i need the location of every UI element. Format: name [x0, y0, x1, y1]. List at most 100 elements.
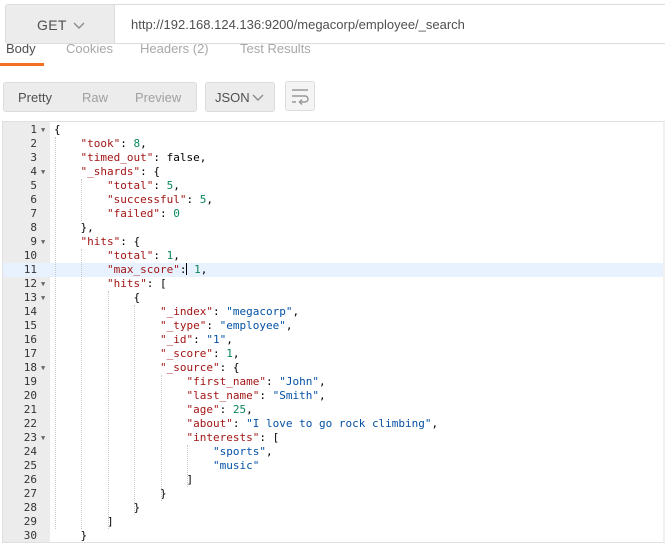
line-number: 30 — [23, 529, 37, 542]
line-number: 20 — [23, 389, 37, 402]
line-number: 17 — [23, 347, 37, 360]
format-label: JSON — [215, 90, 250, 105]
code-text: "max_score": 1, — [107, 263, 208, 276]
line-number: 11 — [23, 263, 37, 276]
code-line: 19 "first_name": "John", — [3, 375, 664, 389]
indent-guide — [81, 249, 83, 529]
code-text: ] — [107, 515, 114, 528]
code-line: 6 "successful": 5, — [3, 193, 664, 207]
code-line: 10 "total": 1, — [3, 249, 664, 263]
code-line: 17 "_score": 1, — [3, 347, 664, 361]
code-line: 24 "sports", — [3, 445, 664, 459]
view-raw-button[interactable]: Raw — [82, 90, 108, 105]
wrap-lines-icon — [292, 89, 309, 105]
code-line: 9 ▼ "hits": { — [3, 235, 664, 249]
code-text: { — [54, 123, 61, 136]
code-line: 21 "age": 25, — [3, 403, 664, 417]
line-number: 12 — [23, 277, 37, 290]
view-pretty-button[interactable]: Pretty — [18, 90, 52, 105]
line-number: 21 — [23, 403, 37, 416]
chevron-down-icon — [73, 22, 85, 29]
code-text: "_type": "employee", — [160, 319, 293, 332]
line-number: 14 — [23, 305, 37, 318]
code-line: 29 ] — [3, 515, 664, 529]
view-preview-button[interactable]: Preview — [135, 90, 181, 105]
line-number: 3 — [30, 151, 37, 164]
wrap-lines-button[interactable] — [285, 81, 315, 111]
code-text: "age": 25, — [186, 403, 253, 416]
line-number: 2 — [30, 137, 37, 150]
view-mode-group: Pretty Raw Preview — [3, 82, 197, 112]
tab-cookies[interactable]: Cookies — [66, 44, 113, 56]
code-text: "timed_out": false, — [80, 151, 207, 164]
code-line: 30 } — [3, 529, 664, 543]
line-number: 25 — [23, 459, 37, 472]
fold-toggle-icon[interactable]: ▼ — [41, 165, 49, 179]
tab-test-results[interactable]: Test Results — [240, 44, 311, 56]
code-text: "interests": [ — [186, 431, 280, 444]
fold-toggle-icon[interactable]: ▼ — [41, 277, 49, 291]
code-line: 3 "timed_out": false, — [3, 151, 664, 165]
code-text: "successful": 5, — [107, 193, 213, 206]
line-number: 5 — [30, 179, 37, 192]
method-label: GET — [37, 17, 67, 33]
chevron-down-icon — [252, 94, 264, 101]
line-number: 18 — [23, 361, 37, 374]
code-line: 12 ▼ "hits": [ — [3, 277, 664, 291]
fold-toggle-icon[interactable]: ▼ — [41, 123, 49, 137]
line-number: 15 — [23, 319, 37, 332]
line-number: 4 — [30, 165, 37, 178]
line-number: 6 — [30, 193, 37, 206]
code-line: 26 ] — [3, 473, 664, 487]
code-line: 28 } — [3, 501, 664, 515]
code-line: 18 ▼ "_source": { — [3, 361, 664, 375]
line-number: 19 — [23, 375, 37, 388]
tab-body[interactable]: Body — [6, 44, 36, 56]
fold-toggle-icon[interactable]: ▼ — [41, 291, 49, 305]
format-dropdown[interactable]: JSON — [205, 82, 275, 112]
code-text: } — [133, 501, 141, 514]
code-line: 2 "took": 8, — [3, 137, 664, 151]
code-text: "music" — [213, 459, 260, 472]
code-text: "hits": [ — [107, 277, 167, 290]
indent-guide — [134, 305, 136, 515]
line-number: 10 — [23, 249, 37, 262]
indent-guide — [55, 137, 56, 529]
code-text: "took": 8, — [80, 137, 147, 150]
fold-toggle-icon[interactable]: ▼ — [41, 431, 49, 445]
code-text: "_index": "megacorp", — [160, 305, 300, 318]
code-line: 1 ▼ { — [3, 123, 664, 137]
line-number: 26 — [23, 473, 37, 486]
code-line: 16 "_id": "1", — [3, 333, 664, 347]
code-line: 27 } — [3, 487, 664, 501]
fold-toggle-icon[interactable]: ▼ — [41, 235, 49, 249]
tab-headers[interactable]: Headers (2) — [140, 44, 209, 56]
code-text: "about": "I love to go rock climbing", — [186, 417, 439, 430]
code-text: "total": 1, — [107, 249, 180, 262]
line-number: 28 — [23, 501, 37, 514]
code-line: 8 }, — [3, 221, 664, 235]
fold-toggle-icon[interactable]: ▼ — [41, 361, 49, 375]
code-line: 23 ▼ "interests": [ — [3, 431, 664, 445]
line-number: 22 — [23, 417, 37, 430]
response-tabs: Body Cookies Headers (2) Test Results — [0, 44, 665, 67]
response-body-editor[interactable]: 1 ▼{2 "took": 8, 3 "timed_out": false, 4 ▼ "… — [2, 121, 665, 543]
url-text: http://192.168.124.136:9200/megacorp/emp… — [131, 17, 465, 32]
line-number: 27 — [23, 487, 37, 500]
code-text: }, — [80, 221, 94, 234]
code-text: "total": 5, — [107, 179, 180, 192]
code-text: { — [133, 291, 141, 304]
request-bar: GET http://192.168.124.136:9200/megacorp… — [0, 0, 665, 50]
code-line: 14 "_index": "megacorp", — [3, 305, 664, 319]
url-input[interactable]: http://192.168.124.136:9200/megacorp/emp… — [114, 4, 665, 44]
code-line: 20 "last_name": "Smith", — [3, 389, 664, 403]
method-dropdown[interactable]: GET — [5, 4, 115, 44]
response-toolbar: Pretty Raw Preview JSON — [0, 66, 665, 122]
code-line: 5 "total": 5, — [3, 179, 664, 193]
code-text: "failed": 0 — [107, 207, 180, 220]
code-line: 7 "failed": 0 — [3, 207, 664, 221]
code-line: 22 "about": "I love to go rock climbing"… — [3, 417, 664, 431]
code-text: "last_name": "Smith", — [186, 389, 326, 402]
line-number: 9 — [30, 235, 37, 248]
code-line: 11 "max_score": 1, — [3, 263, 664, 277]
